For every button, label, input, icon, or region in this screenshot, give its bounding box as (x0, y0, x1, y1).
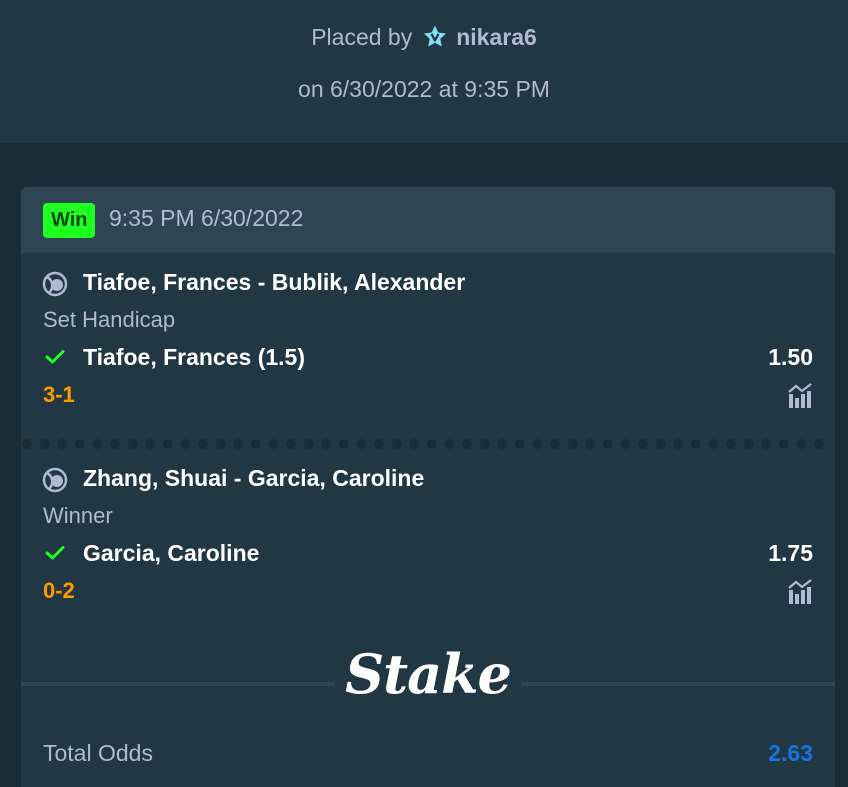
leg-odds: 1.75 (768, 540, 813, 566)
username-link[interactable]: nikara6 (456, 24, 537, 51)
bet-timestamp: 9:35 PM 6/30/2022 (109, 205, 304, 231)
match-title[interactable]: Tiafoe, Frances - Bublik, Alexander (83, 269, 465, 296)
placed-by-label: Placed by (311, 23, 413, 50)
checkmark-icon (45, 349, 65, 365)
bet-header: Placed by nikara6 on 6/30/2022 at 9:35 P… (0, 0, 848, 143)
stats-icon[interactable] (787, 383, 813, 409)
market-name: Set Handicap (43, 307, 176, 332)
stake-logo: Stake (345, 642, 512, 706)
bet-slip-header: Win 9:35 PM 6/30/2022 (21, 187, 835, 253)
match-title[interactable]: Zhang, Shuai - Garcia, Caroline (83, 465, 424, 492)
vip-star-icon (422, 24, 448, 50)
match-score: 3-1 (43, 382, 75, 407)
selection-name: Tiafoe, Frances (1.5) (83, 344, 305, 370)
leg-odds: 1.50 (768, 344, 813, 370)
stats-icon[interactable] (787, 579, 813, 605)
tennis-ball-icon (42, 271, 68, 297)
checkmark-icon (45, 545, 65, 561)
placed-by-line: Placed by nikara6 (0, 22, 848, 52)
placed-date: on 6/30/2022 at 9:35 PM (298, 75, 550, 102)
brand-logo-row: Stake (21, 642, 835, 712)
tennis-ball-icon (42, 467, 68, 493)
bet-slip-card: Win 9:35 PM 6/30/2022 Tiafoe, Frances - … (21, 187, 835, 787)
logo-divider-right (521, 682, 835, 686)
total-odds-label: Total Odds (43, 740, 153, 766)
total-odds-value: 2.63 (768, 740, 813, 766)
status-badge: Win (43, 203, 96, 238)
logo-divider-left (21, 682, 335, 686)
match-score: 0-2 (43, 578, 75, 603)
selection-name: Garcia, Caroline (83, 540, 260, 566)
bet-leg: Zhang, Shuai - Garcia, Caroline Winner G… (21, 449, 835, 619)
market-name: Winner (43, 503, 113, 528)
bet-leg: Tiafoe, Frances - Bublik, Alexander Set … (21, 253, 835, 423)
